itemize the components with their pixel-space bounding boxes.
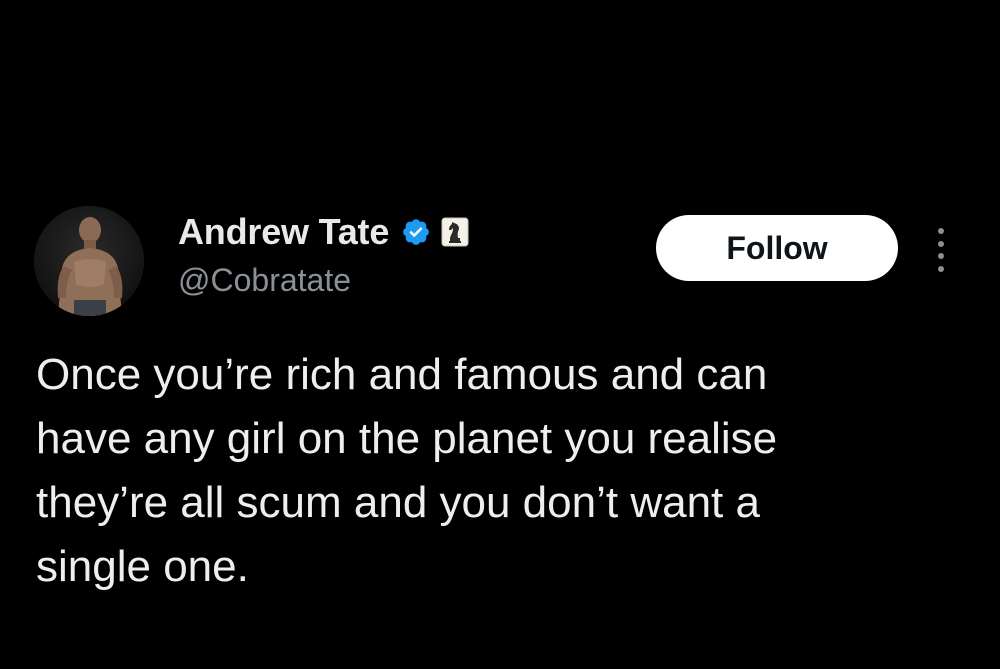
tweet-text-line: single one.	[36, 542, 249, 591]
avatar[interactable]	[34, 206, 144, 316]
author-name-row: Andrew Tate	[178, 208, 469, 256]
tweet-text-line: have any girl on the planet you realise	[36, 414, 778, 463]
author-display-name[interactable]: Andrew Tate	[178, 211, 389, 253]
tweet-card: Andrew Tate @Cobratate Follow Once you’r…	[0, 0, 1000, 669]
verified-badge-icon	[401, 217, 431, 247]
tweet-text-line: Once you’re rich and famous and can	[36, 350, 768, 399]
more-dot	[938, 228, 944, 234]
avatar-image	[34, 206, 144, 316]
chess-knight-badge-icon[interactable]	[441, 217, 469, 247]
follow-button[interactable]: Follow	[656, 215, 898, 281]
more-dot	[938, 265, 944, 272]
tweet-text: Once you’re rich and famous and can have…	[36, 343, 936, 599]
more-dot	[938, 253, 944, 260]
author-handle[interactable]: @Cobratate	[178, 262, 351, 299]
more-dot	[938, 240, 944, 247]
more-vertical-icon[interactable]	[930, 228, 952, 272]
tweet-text-line: they’re all scum and you don’t want a	[36, 478, 760, 527]
